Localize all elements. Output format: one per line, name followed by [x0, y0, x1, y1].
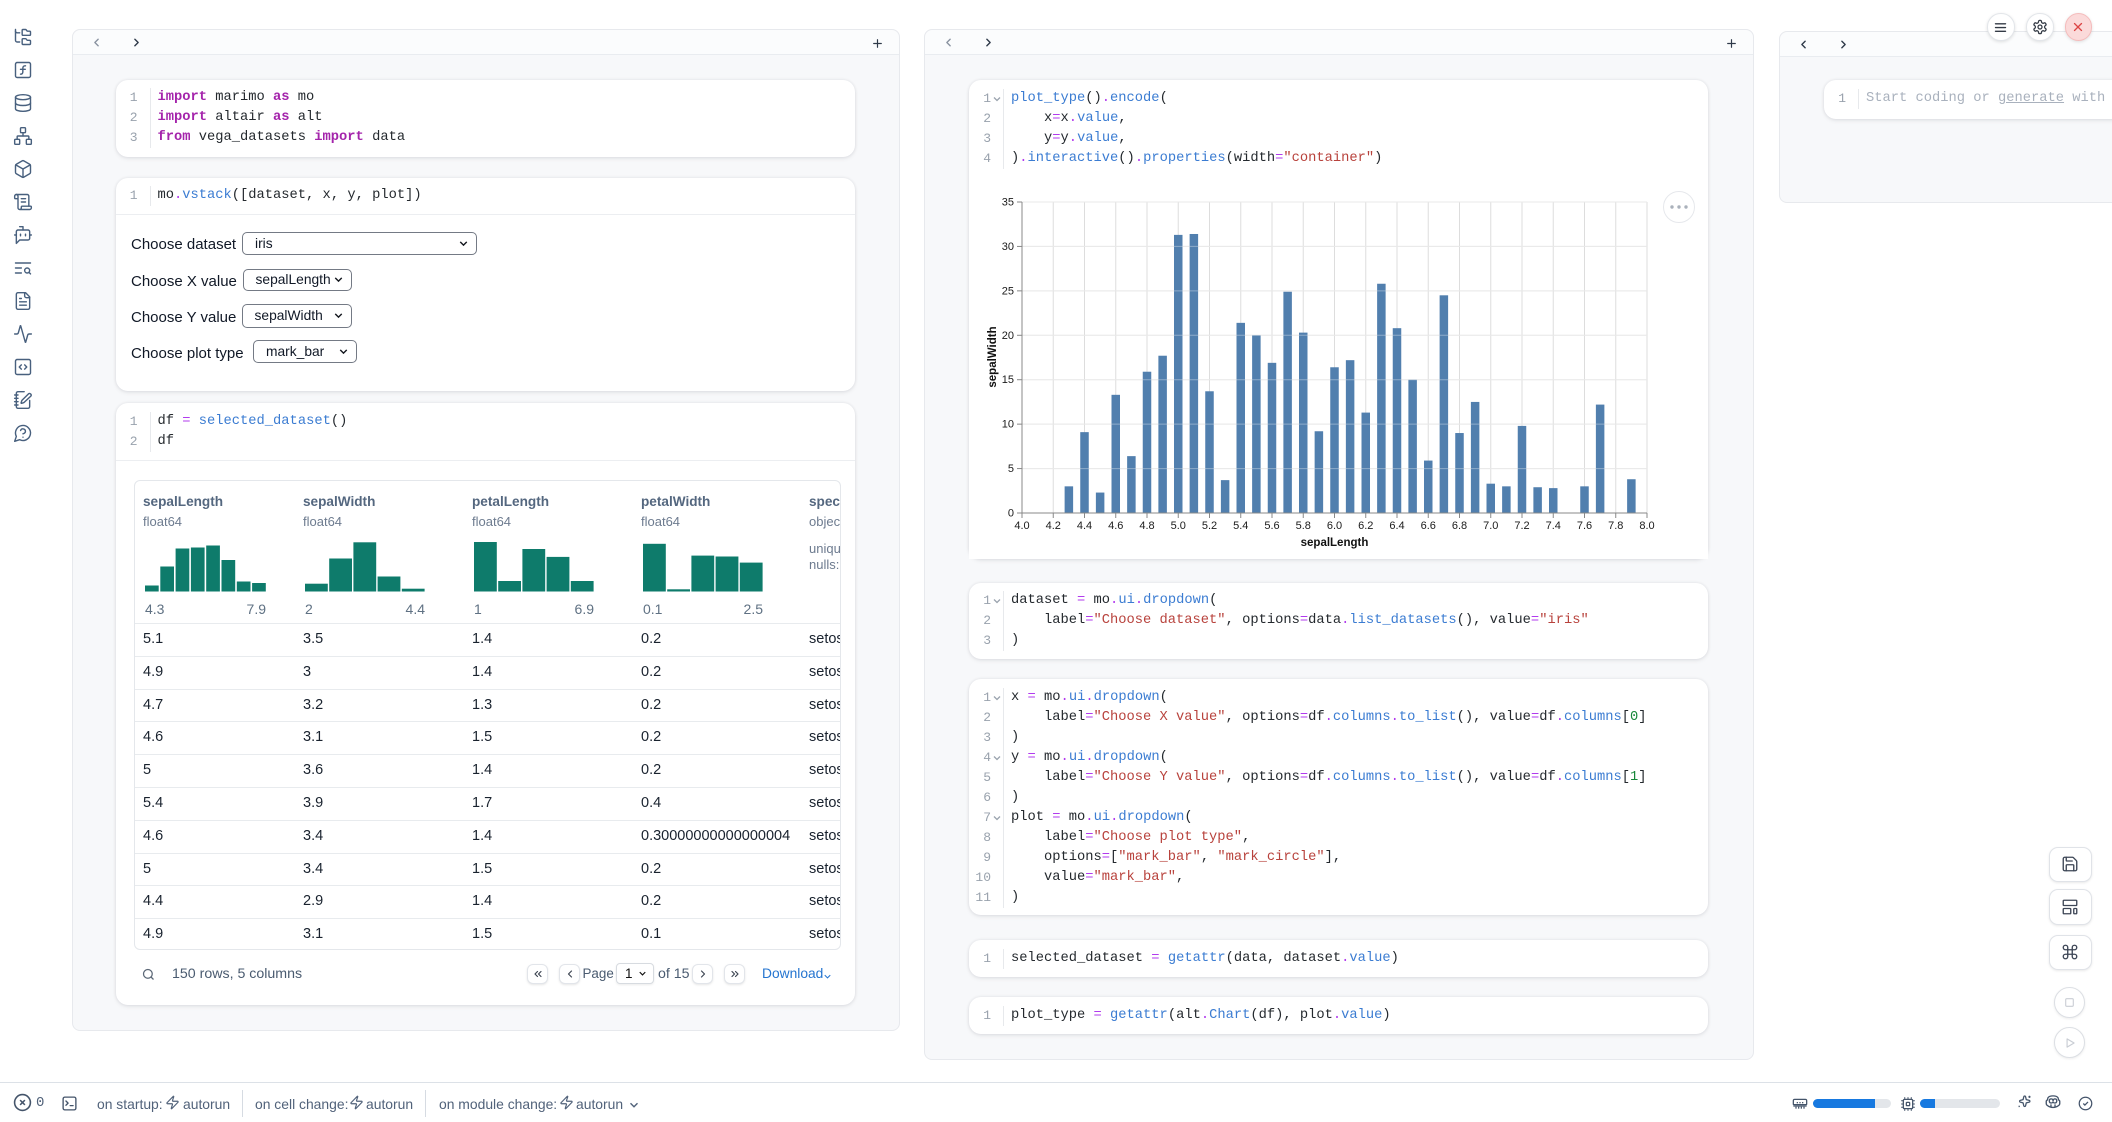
svg-text:25: 25 — [1002, 285, 1014, 297]
svg-text:7.4: 7.4 — [1546, 520, 1561, 532]
svg-text:7.2: 7.2 — [1514, 520, 1529, 532]
svg-text:8.0: 8.0 — [1639, 520, 1654, 532]
svg-text:7.0: 7.0 — [1483, 520, 1498, 532]
svg-text:6.0: 6.0 — [1327, 520, 1342, 532]
svg-text:4.6: 4.6 — [1108, 520, 1123, 532]
svg-text:4.8: 4.8 — [1139, 520, 1154, 532]
svg-text:7.6: 7.6 — [1577, 520, 1592, 532]
svg-text:sepalWidth: sepalWidth — [987, 326, 999, 387]
svg-text:6.8: 6.8 — [1452, 520, 1467, 532]
svg-text:sepalLength: sepalLength — [1301, 537, 1369, 549]
svg-text:4.0: 4.0 — [1014, 520, 1029, 532]
svg-text:35: 35 — [1002, 197, 1014, 209]
svg-text:7.8: 7.8 — [1608, 520, 1623, 532]
svg-text:0: 0 — [1008, 508, 1014, 520]
svg-text:20: 20 — [1002, 330, 1014, 342]
svg-text:5.6: 5.6 — [1264, 520, 1279, 532]
svg-text:15: 15 — [1002, 374, 1014, 386]
svg-text:4.4: 4.4 — [1077, 520, 1092, 532]
svg-text:4.2: 4.2 — [1046, 520, 1061, 532]
svg-text:5.4: 5.4 — [1233, 520, 1248, 532]
svg-text:6.4: 6.4 — [1389, 520, 1404, 532]
svg-text:5: 5 — [1008, 463, 1014, 475]
svg-text:5.8: 5.8 — [1296, 520, 1311, 532]
svg-text:30: 30 — [1002, 241, 1014, 253]
svg-text:5.2: 5.2 — [1202, 520, 1217, 532]
svg-text:6.6: 6.6 — [1421, 520, 1436, 532]
svg-text:5.0: 5.0 — [1171, 520, 1186, 532]
svg-text:6.2: 6.2 — [1358, 520, 1373, 532]
svg-text:10: 10 — [1002, 419, 1014, 431]
